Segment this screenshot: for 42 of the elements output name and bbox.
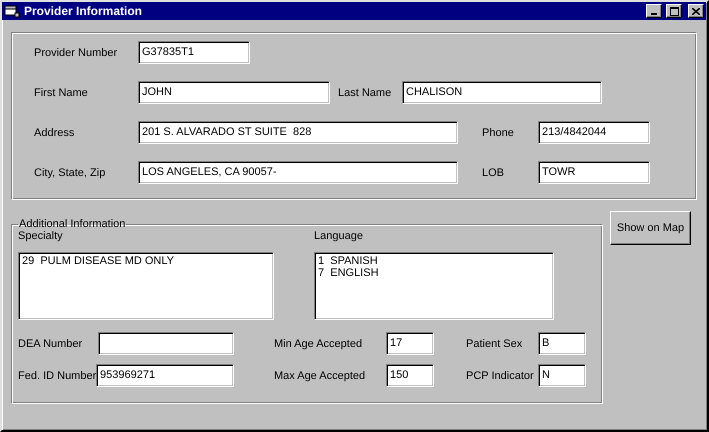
field-label: LOB xyxy=(482,166,506,178)
maximize-icon xyxy=(670,6,678,16)
close-icon xyxy=(692,8,700,14)
text-field[interactable]: 150 xyxy=(386,364,434,387)
field-label: Address xyxy=(34,126,76,138)
text-field[interactable]: N xyxy=(538,364,586,387)
text-field[interactable]: G37835T1 xyxy=(138,41,250,64)
text-field[interactable]: TOWR xyxy=(538,161,650,184)
text-field[interactable]: 213/4842044 xyxy=(538,121,650,144)
text-field[interactable]: LOS ANGELES, CA 90057- xyxy=(138,161,458,184)
text-field[interactable]: JOHN xyxy=(138,81,330,104)
field-label: First Name xyxy=(34,86,89,98)
field-label: Max Age Accepted xyxy=(274,370,366,382)
field-label: Patient Sex xyxy=(466,338,524,350)
list-item[interactable]: 29 PULM DISEASE MD ONLY xyxy=(22,255,270,267)
close-button[interactable] xyxy=(688,4,704,18)
list-box[interactable]: 1 SPANISH 7 ENGLISH xyxy=(314,252,554,320)
field-label: Last Name xyxy=(338,86,392,98)
text-field[interactable] xyxy=(98,332,234,355)
field-label: PCP Indicator xyxy=(466,370,535,382)
window-icon xyxy=(4,4,20,18)
field-label: Provider Number xyxy=(34,46,118,58)
list-label: Specialty xyxy=(18,230,64,242)
text-field[interactable]: B xyxy=(538,332,586,355)
field-label: Min Age Accepted xyxy=(274,338,364,350)
field-label: DEA Number xyxy=(18,338,84,350)
text-field[interactable]: 17 xyxy=(386,332,434,355)
field-label: Fed. ID Number xyxy=(18,370,96,382)
group-title: Additional Information xyxy=(18,218,126,230)
text-field[interactable]: CHALISON xyxy=(402,81,602,104)
list-item[interactable]: 1 SPANISH xyxy=(318,255,550,267)
field-label: City, State, Zip xyxy=(34,166,106,178)
text-field[interactable]: 953969271 xyxy=(96,364,234,387)
list-box[interactable]: 29 PULM DISEASE MD ONLY xyxy=(18,252,274,320)
show-on-map-button[interactable]: Show on Map xyxy=(610,211,691,245)
maximize-button[interactable] xyxy=(666,4,682,18)
list-label: Language xyxy=(314,230,364,242)
minimize-button[interactable] xyxy=(646,4,662,18)
list-item[interactable]: 7 ENGLISH xyxy=(318,267,550,279)
field-label: Phone xyxy=(482,126,515,138)
text-field[interactable]: 201 S. ALVARADO ST SUITE 828 xyxy=(138,121,458,144)
window-title: Provider Information xyxy=(24,4,142,18)
